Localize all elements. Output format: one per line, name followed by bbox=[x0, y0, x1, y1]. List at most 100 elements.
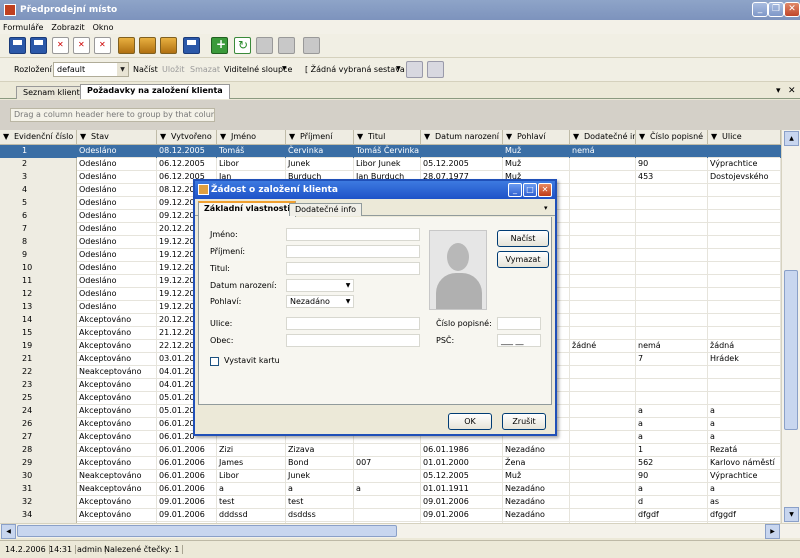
table-row[interactable]: 31 Neakceptováno 06.01.2006 a a a 01.01.1911 Ne… bbox=[0, 483, 781, 496]
table-cell[interactable]: 21 bbox=[0, 353, 77, 366]
table-cell[interactable] bbox=[570, 314, 636, 327]
column-icon[interactable] bbox=[256, 37, 273, 54]
table-row[interactable]: 32 Akceptováno 09.01.2006 test test 09.01.200… bbox=[0, 496, 781, 509]
cancel-button[interactable]: Zrušit bbox=[502, 413, 546, 430]
table-cell[interactable]: Nezadáno bbox=[503, 509, 570, 522]
table-cell[interactable]: Akceptováno bbox=[77, 314, 157, 327]
table-cell[interactable] bbox=[570, 457, 636, 470]
table-cell[interactable]: James bbox=[217, 457, 286, 470]
table-cell[interactable]: Akceptováno bbox=[77, 509, 157, 522]
table-cell[interactable] bbox=[570, 392, 636, 405]
table-cell[interactable]: Neakceptováno bbox=[77, 483, 157, 496]
table-cell[interactable]: 34 bbox=[0, 509, 77, 522]
table-cell[interactable]: 06.01.2006 bbox=[157, 444, 217, 457]
table-cell[interactable]: a bbox=[708, 483, 781, 496]
table-cell[interactable] bbox=[708, 262, 781, 275]
table-cell[interactable] bbox=[636, 392, 708, 405]
table-cell[interactable]: Junek bbox=[286, 470, 354, 483]
table-cell[interactable]: Odesláno bbox=[77, 301, 157, 314]
table-cell[interactable]: Libor Junek bbox=[354, 158, 421, 171]
table-cell[interactable] bbox=[570, 197, 636, 210]
table-cell[interactable]: Odesláno bbox=[77, 171, 157, 184]
table-cell[interactable]: Muž bbox=[503, 145, 570, 158]
table-cell[interactable]: Akceptováno bbox=[77, 418, 157, 431]
table-cell[interactable]: Rezatá bbox=[708, 444, 781, 457]
load-photo-button[interactable]: Načíst bbox=[497, 230, 549, 247]
refresh-icon[interactable] bbox=[234, 37, 251, 54]
table-cell[interactable]: Tomáš Červinka bbox=[354, 145, 421, 158]
table-cell[interactable]: 24 bbox=[0, 405, 77, 418]
table-cell[interactable]: 4 bbox=[0, 184, 77, 197]
table-cell[interactable] bbox=[636, 223, 708, 236]
table-cell[interactable]: 19 bbox=[0, 340, 77, 353]
table-cell[interactable] bbox=[570, 405, 636, 418]
table-cell[interactable] bbox=[636, 145, 708, 158]
column-header[interactable]: ▼ Vytvořeno bbox=[157, 130, 217, 145]
table-cell[interactable]: Odesláno bbox=[77, 184, 157, 197]
filter-icon[interactable]: ▼ bbox=[160, 132, 166, 141]
table-cell[interactable] bbox=[708, 392, 781, 405]
table-cell[interactable] bbox=[708, 197, 781, 210]
table-cell[interactable] bbox=[708, 223, 781, 236]
table-cell[interactable]: Karlovo náměstí bbox=[708, 457, 781, 470]
psc-field[interactable]: ___ __ bbox=[497, 334, 541, 347]
table-cell[interactable]: 1 bbox=[636, 444, 708, 457]
table-cell[interactable] bbox=[636, 249, 708, 262]
table-cell[interactable] bbox=[421, 145, 503, 158]
table-cell[interactable]: Akceptováno bbox=[77, 457, 157, 470]
table-cell[interactable] bbox=[570, 353, 636, 366]
table-cell[interactable]: Odesláno bbox=[77, 236, 157, 249]
table-cell[interactable] bbox=[570, 444, 636, 457]
table-cell[interactable]: 15 bbox=[0, 327, 77, 340]
table-cell[interactable]: Libor bbox=[217, 158, 286, 171]
scroll-up-icon[interactable]: ▲ bbox=[784, 131, 799, 146]
table-cell[interactable] bbox=[708, 301, 781, 314]
vertical-scrollbar[interactable]: ▲ ▼ bbox=[781, 130, 800, 523]
table-cell[interactable] bbox=[570, 184, 636, 197]
table-cell[interactable] bbox=[570, 418, 636, 431]
table-cell[interactable]: 13 bbox=[0, 301, 77, 314]
dialog-minimize-button[interactable]: _ bbox=[508, 183, 522, 197]
table-cell[interactable]: 453 bbox=[636, 171, 708, 184]
table-cell[interactable]: test bbox=[217, 496, 286, 509]
column-header[interactable]: ▼ Stav bbox=[77, 130, 157, 145]
menu-okno[interactable]: Okno bbox=[93, 23, 114, 32]
restore-button[interactable]: ❐ bbox=[768, 2, 784, 17]
tab-zakladni-vlastnosti[interactable]: Základní vlastnosti bbox=[198, 201, 297, 217]
table-cell[interactable]: Akceptováno bbox=[77, 496, 157, 509]
table-cell[interactable]: 1 bbox=[0, 145, 77, 158]
prijmeni-field[interactable] bbox=[286, 245, 420, 258]
table-cell[interactable]: nemá bbox=[636, 340, 708, 353]
table-cell[interactable] bbox=[354, 444, 421, 457]
table-cell[interactable]: 8 bbox=[0, 236, 77, 249]
calendar-chevron-icon[interactable]: ▼ bbox=[343, 280, 353, 291]
table-cell[interactable]: Žena bbox=[503, 457, 570, 470]
table-cell[interactable]: 3 bbox=[0, 171, 77, 184]
datum-field[interactable]: ▼ bbox=[286, 279, 354, 292]
filter-icon[interactable]: ▼ bbox=[289, 132, 295, 141]
filter-icon[interactable]: ▼ bbox=[573, 132, 579, 141]
pohlavi-select[interactable]: Nezadáno ▼ bbox=[286, 295, 354, 308]
load-layout-button[interactable]: Načíst bbox=[133, 65, 158, 74]
table-row[interactable]: 28 Akceptováno 06.01.2006 Zizi Zizava 06.01.1… bbox=[0, 444, 781, 457]
table-cell[interactable] bbox=[570, 223, 636, 236]
table-cell[interactable] bbox=[570, 496, 636, 509]
table-cell[interactable] bbox=[570, 366, 636, 379]
table-cell[interactable]: 10 bbox=[0, 262, 77, 275]
table-cell[interactable]: 562 bbox=[636, 457, 708, 470]
preview-icon[interactable] bbox=[406, 61, 423, 78]
table-cell[interactable]: dfggdf bbox=[708, 509, 781, 522]
jmeno-field[interactable] bbox=[286, 228, 420, 241]
table-cell[interactable] bbox=[570, 301, 636, 314]
table-cell[interactable] bbox=[708, 210, 781, 223]
table-cell[interactable]: Odesláno bbox=[77, 275, 157, 288]
table-cell[interactable]: Akceptováno bbox=[77, 444, 157, 457]
table-cell[interactable] bbox=[570, 171, 636, 184]
table-cell[interactable]: Muž bbox=[503, 470, 570, 483]
table-cell[interactable]: 2 bbox=[0, 158, 77, 171]
column-header[interactable]: ▼ Jméno bbox=[217, 130, 286, 145]
titul-field[interactable] bbox=[286, 262, 420, 275]
table-cell[interactable]: 27 bbox=[0, 431, 77, 444]
table-row[interactable]: 34 Akceptováno 09.01.2006 dddssd dsddss 09.01… bbox=[0, 509, 781, 522]
ulice-field[interactable] bbox=[286, 317, 420, 330]
